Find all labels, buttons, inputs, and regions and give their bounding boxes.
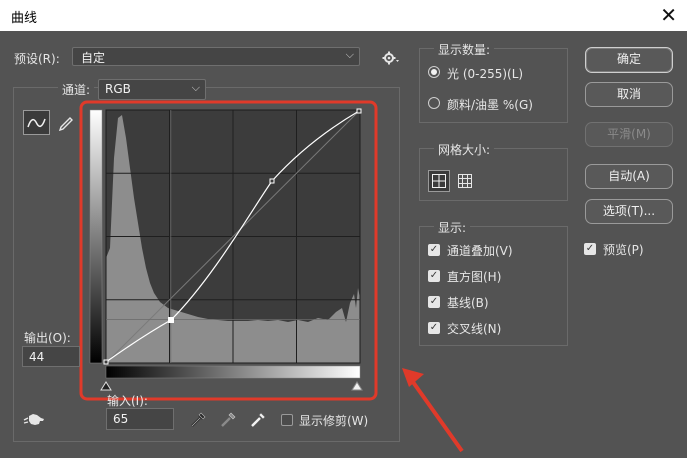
options-button[interactable]: 选项(T)... — [585, 199, 673, 224]
input-field[interactable]: 65 — [106, 408, 174, 430]
checkbox-baseline[interactable]: ✓ — [428, 296, 440, 308]
channel-dropdown[interactable]: RGB ⌵ — [98, 79, 206, 100]
baseline-label: 基线(B) — [447, 296, 489, 310]
show-clipping-checkbox[interactable] — [281, 414, 293, 426]
curve-tool-icon — [27, 118, 46, 127]
radio-light[interactable] — [428, 66, 440, 78]
radio-pigment-label: 颜料/油墨 %(G) — [447, 98, 533, 112]
black-point-slider — [100, 381, 112, 391]
targeted-adjustment-icon[interactable] — [23, 412, 49, 428]
auto-button[interactable]: 自动(A) — [585, 164, 673, 189]
ok-button[interactable]: 确定 — [585, 47, 673, 73]
preset-label: 预设(R): — [14, 52, 60, 66]
curve-point-selected — [168, 317, 174, 323]
close-icon[interactable]: ✕ — [660, 3, 677, 27]
chevron-down-icon: ⌵ — [345, 48, 354, 61]
show-clipping-label: 显示修剪(W) — [299, 414, 369, 428]
gear-icon[interactable] — [382, 50, 400, 66]
checkbox-channel-overlays[interactable]: ✓ — [428, 244, 440, 256]
annotation-arrow — [398, 365, 468, 455]
pencil-icon[interactable] — [57, 113, 75, 132]
curve-point-tool-button[interactable] — [23, 110, 50, 135]
white-point-slider — [351, 381, 363, 391]
input-value: 65 — [113, 412, 129, 426]
histogram-label: 直方图(H) — [447, 270, 502, 284]
white-eyedropper-icon[interactable] — [249, 411, 267, 429]
grid-simple-button[interactable] — [428, 170, 450, 192]
grid-simple-icon — [432, 174, 446, 188]
output-field[interactable]: 44 — [22, 346, 80, 367]
show-options-title: 显示: — [434, 219, 471, 236]
input-gradient-bar — [105, 365, 361, 379]
black-eyedropper-icon[interactable] — [189, 411, 207, 429]
channel-label: 通道: — [58, 81, 95, 98]
cancel-button[interactable]: 取消 — [585, 82, 673, 107]
radio-pigment[interactable] — [428, 97, 440, 109]
output-value: 44 — [29, 350, 45, 364]
chevron-down-icon: ⌵ — [191, 81, 200, 94]
grid-size-title: 网格大小: — [434, 141, 495, 158]
preset-value: 自定 — [81, 51, 106, 65]
curve-point-black — [103, 359, 109, 365]
gray-eyedropper-icon[interactable] — [219, 411, 237, 429]
radio-light-label: 光 (0-255)(L) — [447, 67, 524, 81]
display-amount-title: 显示数量: — [434, 41, 495, 58]
input-label: 输入(I): — [107, 394, 148, 408]
title-bar: 曲线 ✕ — [0, 0, 687, 31]
curve-point-highlight — [269, 178, 275, 184]
checkbox-intersection-line[interactable]: ✓ — [428, 322, 440, 334]
output-gradient-bar — [89, 109, 103, 364]
intersection-line-label: 交叉线(N) — [447, 322, 502, 336]
channel-overlays-label: 通道叠加(V) — [447, 244, 513, 258]
curve-point-white — [356, 108, 362, 114]
smooth-button[interactable]: 平滑(M) — [585, 122, 673, 147]
checkbox-histogram[interactable]: ✓ — [428, 270, 440, 282]
preset-dropdown[interactable]: 自定 ⌵ — [72, 47, 360, 66]
channel-value: RGB — [105, 82, 131, 96]
window-title: 曲线 — [11, 11, 38, 26]
output-label: 输出(O): — [24, 331, 71, 345]
curves-graph[interactable] — [78, 98, 380, 403]
preview-label: 预览(P) — [603, 243, 644, 257]
grid-detailed-icon[interactable] — [458, 174, 472, 188]
preview-checkbox[interactable]: ✓ — [584, 243, 596, 255]
